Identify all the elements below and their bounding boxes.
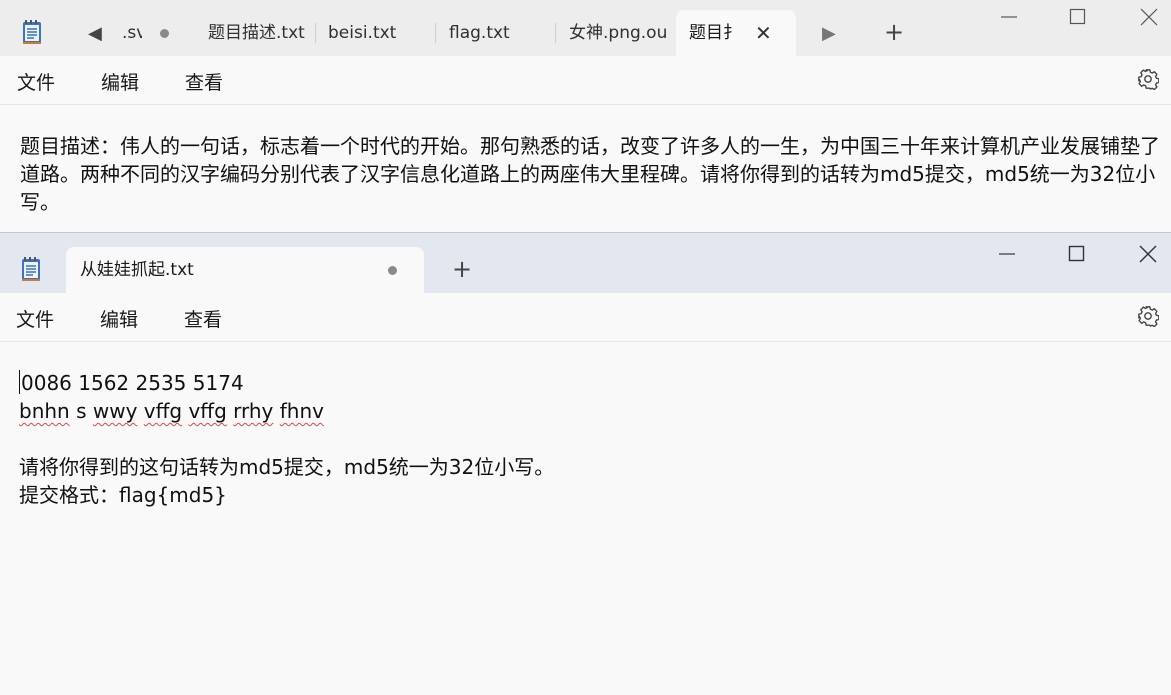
menu-edit[interactable]: 编辑 <box>101 68 139 95</box>
notepad-window-top: ◀ .sv 题目描述.txt beisi.txt flag.txt 女神.png… <box>0 0 1171 232</box>
title-bar[interactable]: ◀ .sv 题目描述.txt beisi.txt flag.txt 女神.png… <box>0 0 1171 56</box>
misspelled-word[interactable]: vffg <box>144 399 182 423</box>
tab-active-wawa[interactable]: 从娃娃抓起.txt <box>66 247 424 293</box>
menu-bar: 文件 编辑 查看 <box>0 293 1171 342</box>
tab-goddess-png[interactable]: 女神.png.ou <box>556 18 670 48</box>
settings-gear-icon[interactable] <box>1137 68 1159 90</box>
settings-gear-icon[interactable] <box>1137 305 1159 327</box>
unsaved-dot-icon <box>160 29 169 38</box>
title-bar[interactable]: 从娃娃抓起.txt + <box>0 233 1171 293</box>
text-line-blank <box>19 425 1159 453</box>
text-line-2: bnhn s wwy vffg vffg rrhy fhnv <box>19 397 1159 425</box>
text-line-1: 0086 1562 2535 5174 <box>19 370 244 395</box>
misspelled-word[interactable]: fhnv <box>280 399 324 423</box>
editor-text-area[interactable]: 0086 1562 2535 5174 bnhn s wwy vffg vffg… <box>19 369 1159 509</box>
tab-flag[interactable]: flag.txt <box>436 18 556 48</box>
close-window-icon[interactable] <box>1139 245 1157 263</box>
problem-description-text: 题目描述：伟人的一句话，标志着一个时代的开始。那句熟悉的话，改变了许多人的一生，… <box>20 134 1160 214</box>
tab-sv[interactable]: .sv <box>122 18 194 48</box>
misspelled-word[interactable]: bnhn <box>19 399 70 423</box>
tab-active[interactable]: 题目扌 ✕ <box>676 10 796 56</box>
notepad-window-bottom: 从娃娃抓起.txt + 文件 编辑 查看 0086 1562 2535 5174… <box>0 232 1171 695</box>
close-tab-icon[interactable]: ✕ <box>755 10 772 56</box>
text-line-3: 请将你得到的这句话转为md5提交，md5统一为32位小写。 <box>19 455 555 479</box>
tab-problem-description[interactable]: 题目描述.txt <box>196 18 316 48</box>
maximize-icon[interactable] <box>1068 245 1086 263</box>
menu-file[interactable]: 文件 <box>16 305 54 332</box>
scroll-tabs-left-icon[interactable]: ◀ <box>88 24 102 44</box>
unsaved-dot-icon <box>388 266 397 275</box>
misspelled-word[interactable]: wwy <box>93 399 138 423</box>
menu-view[interactable]: 查看 <box>184 305 222 332</box>
menu-file[interactable]: 文件 <box>17 68 55 95</box>
minimize-icon[interactable] <box>1000 10 1018 24</box>
text-caret <box>19 370 20 394</box>
notepad-app-icon <box>22 257 40 281</box>
menu-bar: 文件 编辑 查看 <box>0 56 1171 105</box>
new-tab-icon[interactable]: + <box>884 20 904 44</box>
scroll-tabs-right-icon[interactable]: ▶ <box>822 24 836 44</box>
menu-edit[interactable]: 编辑 <box>100 305 138 332</box>
text-line-4: 提交格式：flag{md5} <box>19 483 227 507</box>
editor-text-area[interactable]: 题目描述：伟人的一句话，标志着一个时代的开始。那句熟悉的话，改变了许多人的一生，… <box>20 132 1168 216</box>
maximize-icon[interactable] <box>1069 8 1087 26</box>
close-window-icon[interactable] <box>1140 8 1158 26</box>
misspelled-word[interactable]: vffg <box>188 399 226 423</box>
new-tab-icon[interactable]: + <box>452 257 472 281</box>
notepad-app-icon <box>23 20 41 44</box>
tab-beisi[interactable]: beisi.txt <box>316 18 436 48</box>
misspelled-word[interactable]: rrhy <box>233 399 273 423</box>
minimize-icon[interactable] <box>998 247 1016 261</box>
menu-view[interactable]: 查看 <box>185 68 223 95</box>
word: s <box>76 399 87 423</box>
